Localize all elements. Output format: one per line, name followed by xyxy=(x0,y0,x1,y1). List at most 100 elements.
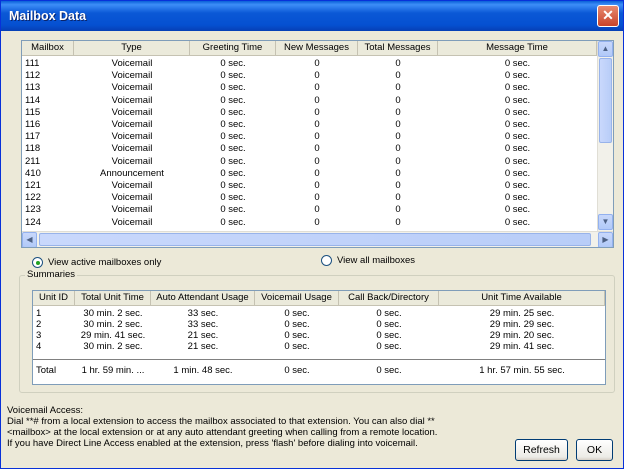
table-cell: Voicemail xyxy=(111,192,153,204)
table-cell: 30 min. 2 sec. xyxy=(83,319,143,330)
table-cell: 21 sec. xyxy=(187,330,219,341)
table-cell: 113 xyxy=(25,82,41,94)
table-cell: 114 xyxy=(25,94,41,106)
table-cell: 0 xyxy=(314,143,320,155)
column-header[interactable]: Total Unit Time xyxy=(75,291,151,306)
table-cell: 0 sec. xyxy=(220,167,246,179)
table-cell: Voicemail xyxy=(111,143,153,155)
table-cell: Voicemail xyxy=(111,119,153,130)
column-header[interactable]: Greeting Time xyxy=(190,41,276,56)
table-row[interactable]: 112 Voicemail 0 sec. 0 0 0 sec. xyxy=(22,70,597,81)
table-cell: 29 min. 29 sec. xyxy=(489,319,555,330)
column-header[interactable]: Unit ID xyxy=(33,291,75,306)
table-cell: Voicemail xyxy=(111,82,153,94)
column-header[interactable]: Auto Attendant Usage xyxy=(151,291,255,306)
table-cell: 0 sec. xyxy=(376,341,402,352)
table-cell: 4 xyxy=(36,341,42,352)
scroll-right-button[interactable]: ▶ xyxy=(598,232,613,247)
table-cell: 1 hr. 57 min. 55 sec. xyxy=(479,365,565,376)
vertical-scrollbar[interactable]: ▲ ▼ xyxy=(597,41,613,231)
scroll-up-button[interactable]: ▲ xyxy=(598,41,613,57)
column-header[interactable]: Voicemail Usage xyxy=(255,291,339,306)
table-cell: 29 min. 41 sec. xyxy=(80,330,146,341)
table-cell: 0 sec. xyxy=(220,82,246,94)
summaries-list[interactable]: Unit ID Total Unit Time Auto Attendant Usa… xyxy=(32,290,606,385)
scroll-thumb[interactable] xyxy=(599,58,612,143)
table-cell: 0 sec. xyxy=(376,365,402,376)
table-cell: 0 xyxy=(314,204,320,216)
table-row[interactable]: 3 29 min. 41 sec. 21 sec. 0 sec. 0 sec. 29 mi… xyxy=(33,330,605,341)
view-active-label: View active mailboxes only xyxy=(48,257,162,268)
total-row[interactable]: Total 1 hr. 59 min. ... 1 min. 48 sec. 0 se… xyxy=(33,365,605,376)
table-cell: 1 xyxy=(36,308,42,319)
table-row[interactable]: 1 30 min. 2 sec. 33 sec. 0 sec. 0 sec. 29 min… xyxy=(33,308,605,319)
table-row[interactable]: 114 Voicemail 0 sec. 0 0 0 sec. xyxy=(22,95,597,106)
close-button[interactable]: ✕ xyxy=(597,5,619,27)
table-cell: 0 xyxy=(314,180,320,191)
table-row[interactable]: 117 Voicemail 0 sec. 0 0 0 sec. xyxy=(22,131,597,142)
table-row[interactable]: 111 Voicemail 0 sec. 0 0 0 sec. xyxy=(22,58,597,69)
table-cell: Voicemail xyxy=(111,216,153,228)
table-cell: 0 xyxy=(395,106,401,118)
column-header[interactable]: Total Messages xyxy=(358,41,438,56)
table-row[interactable]: 122 Voicemail 0 sec. 0 0 0 sec. xyxy=(22,192,597,203)
scroll-left-button[interactable]: ◀ xyxy=(22,232,37,247)
table-row[interactable]: 118 Voicemail 0 sec. 0 0 0 sec. xyxy=(22,143,597,154)
table-row[interactable]: 121 Voicemail 0 sec. 0 0 0 sec. xyxy=(22,180,597,191)
table-cell: 0 sec. xyxy=(504,131,531,143)
table-cell: 0 sec. xyxy=(220,155,246,167)
horizontal-scrollbar[interactable]: ◀ ▶ xyxy=(22,231,613,247)
table-row[interactable]: 410 Announcement 0 sec. 0 0 0 sec. xyxy=(22,168,597,179)
table-cell: 117 xyxy=(25,131,41,143)
view-active-radio[interactable]: View active mailboxes only xyxy=(32,257,161,268)
table-cell: 0 sec. xyxy=(220,143,246,155)
table-row[interactable]: 113 Voicemail 0 sec. 0 0 0 sec. xyxy=(22,82,597,93)
column-header[interactable]: Type xyxy=(74,41,190,56)
table-cell: 30 min. 2 sec. xyxy=(83,341,143,352)
table-cell: 0 sec. xyxy=(504,180,531,191)
refresh-button[interactable]: Refresh xyxy=(515,439,568,461)
table-cell: 0 sec. xyxy=(220,192,246,204)
table-cell: 0 sec. xyxy=(504,106,531,118)
table-row[interactable]: 123 Voicemail 0 sec. 0 0 0 sec. xyxy=(22,204,597,215)
title-bar[interactable]: Mailbox Data ✕ xyxy=(1,1,623,31)
mailbox-data-window: Mailbox Data ✕ Mailbox Type Greeting Time N… xyxy=(0,0,624,469)
table-cell: 0 sec. xyxy=(220,180,246,191)
table-cell: 1 min. 48 sec. xyxy=(173,365,233,376)
view-all-label: View all mailboxes xyxy=(337,255,415,266)
column-header[interactable]: Mailbox xyxy=(22,41,74,56)
table-row[interactable]: 211 Voicemail 0 sec. 0 0 0 sec. xyxy=(22,156,597,167)
table-cell: 0 sec. xyxy=(284,341,310,352)
scroll-down-button[interactable]: ▼ xyxy=(598,214,613,230)
table-cell: 0 xyxy=(314,192,320,204)
table-row[interactable]: 4 30 min. 2 sec. 21 sec. 0 sec. 0 sec. 29 min… xyxy=(33,341,605,352)
column-header[interactable]: Call Back/Directory xyxy=(339,291,439,306)
column-header[interactable]: Message Time xyxy=(438,41,597,56)
table-row[interactable]: 2 30 min. 2 sec. 33 sec. 0 sec. 0 sec. 29 min… xyxy=(33,319,605,330)
table-cell: 0 xyxy=(395,180,401,191)
total-separator xyxy=(33,359,605,360)
table-cell: 0 sec. xyxy=(504,143,531,155)
view-all-radio[interactable]: View all mailboxes xyxy=(321,255,415,266)
table-cell: 0 sec. xyxy=(504,119,531,130)
ok-button[interactable]: OK xyxy=(576,439,613,461)
mailbox-list[interactable]: Mailbox Type Greeting Time New Messages Tota… xyxy=(21,40,614,248)
table-cell: 0 sec. xyxy=(504,155,531,167)
table-cell: 0 sec. xyxy=(504,192,531,204)
horizontal-scroll-thumb[interactable] xyxy=(39,233,591,246)
table-cell: 0 sec. xyxy=(376,330,402,341)
radio-indicator xyxy=(321,255,332,266)
table-cell: 0 xyxy=(395,167,401,179)
voicemail-access-line: If you have Direct Line Access enabled a… xyxy=(7,438,418,449)
column-header[interactable]: Unit Time Available xyxy=(439,291,605,306)
table-cell: 0 xyxy=(314,119,320,130)
table-row[interactable]: 115 Voicemail 0 sec. 0 0 0 sec. xyxy=(22,107,597,118)
table-row[interactable]: 124 Voicemail 0 sec. 0 0 0 sec. xyxy=(22,217,597,228)
table-cell: 0 sec. xyxy=(220,58,246,69)
table-cell: 0 sec. xyxy=(504,58,531,69)
column-header[interactable]: New Messages xyxy=(276,41,358,56)
table-cell: 121 xyxy=(25,180,41,191)
table-row[interactable]: 116 Voicemail 0 sec. 0 0 0 sec. xyxy=(22,119,597,130)
table-cell: 118 xyxy=(25,143,41,155)
table-cell: 0 sec. xyxy=(504,94,531,106)
